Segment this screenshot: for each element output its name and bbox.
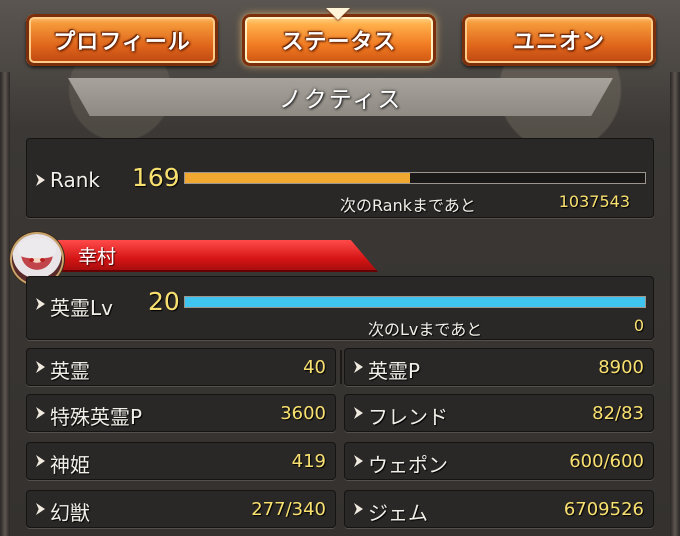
- tab-profile[interactable]: プロフィール: [26, 14, 218, 66]
- stat-value: 6709526: [563, 499, 644, 520]
- rank-next-label: 次のRankまであと: [340, 196, 476, 215]
- stat-value: 8900: [598, 357, 644, 378]
- stat-value: 600/600: [569, 451, 644, 472]
- active-tab-indicator-icon: [326, 8, 350, 20]
- stat-value: 419: [291, 451, 326, 472]
- stat-label: 英霊: [50, 359, 90, 383]
- hero-level-progress-bar: [184, 296, 646, 308]
- player-name-header: ノクティス: [68, 78, 613, 116]
- rank-next-value: 1037543: [558, 192, 630, 211]
- hero-next-value: 0: [633, 316, 644, 335]
- player-name: ノクティス: [278, 87, 403, 113]
- tab-status[interactable]: ステータス: [242, 14, 436, 66]
- stat-value: 82/83: [592, 403, 644, 424]
- hero-next-label: 次のLvまであと: [368, 320, 483, 339]
- rank-progress-bar: [184, 172, 646, 184]
- stat-label: 幻獣: [50, 501, 90, 525]
- frame-right-edge: [670, 72, 680, 536]
- tab-union[interactable]: ユニオン: [462, 14, 656, 66]
- hero-name: 幸村: [78, 246, 117, 268]
- stat-value: 277/340: [251, 499, 326, 520]
- stat-label: 神姫: [50, 453, 90, 477]
- column-divider: [340, 350, 342, 384]
- stat-label: 特殊英霊P: [50, 405, 143, 429]
- rank-label: Rank: [50, 168, 100, 192]
- stat-label: ウェポン: [368, 453, 448, 477]
- hero-level-label: 英霊Lv: [50, 296, 113, 320]
- stat-value: 3600: [280, 403, 326, 424]
- rank-value: 169: [132, 163, 180, 192]
- stat-label: ジェム: [368, 501, 428, 525]
- frame-left-edge: [0, 72, 10, 536]
- stat-label: フレンド: [368, 405, 448, 429]
- hero-level-value: 20: [148, 287, 180, 316]
- hero-level-progress-fill: [185, 297, 645, 307]
- rank-progress-fill: [185, 173, 411, 183]
- stat-value: 40: [303, 357, 326, 378]
- stat-label: 英霊P: [368, 359, 421, 383]
- hero-level-panel: [26, 276, 654, 340]
